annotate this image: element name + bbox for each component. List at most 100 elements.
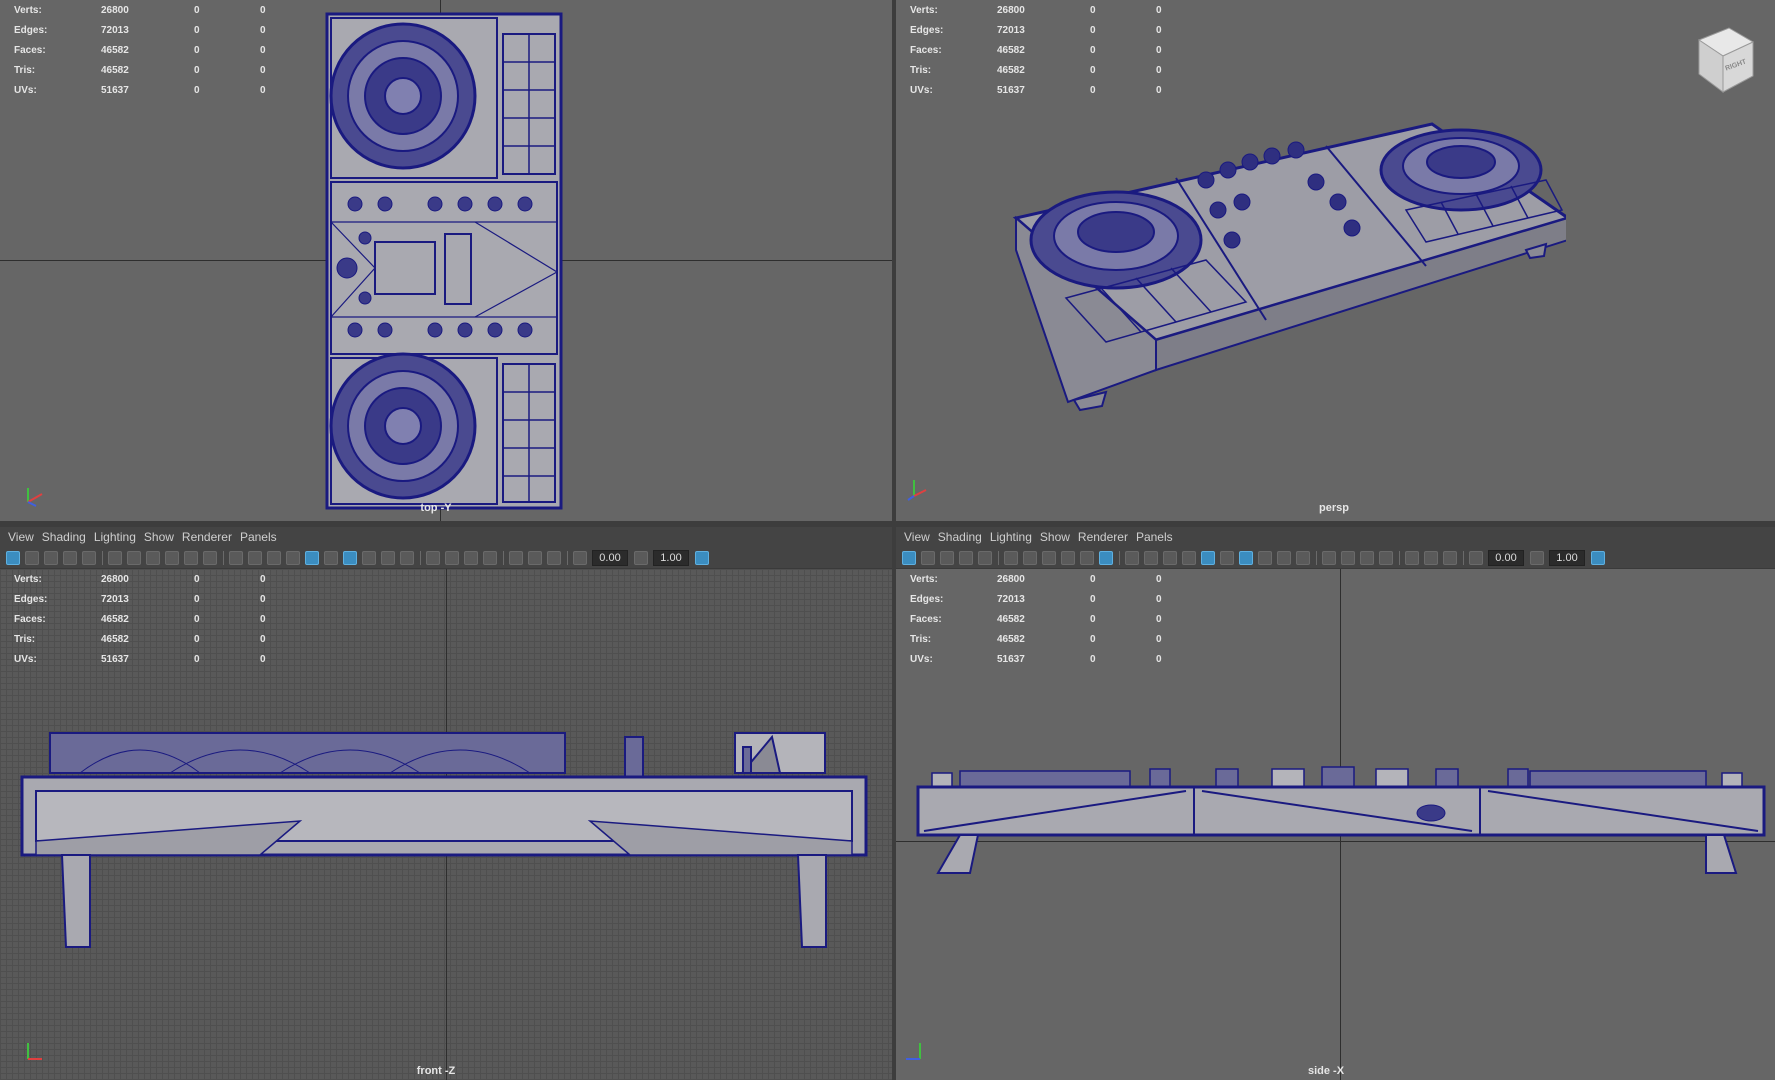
motion-blur-icon[interactable] <box>1341 550 1355 565</box>
menu-shading[interactable]: Shading <box>938 530 982 544</box>
safe-title-icon[interactable] <box>267 550 281 565</box>
shadows-icon[interactable] <box>1296 550 1310 565</box>
safe-action-icon[interactable] <box>1144 550 1158 565</box>
bookmarks-icon[interactable] <box>44 550 58 565</box>
wireframe-icon[interactable] <box>1182 550 1196 565</box>
smooth-shade-icon[interactable] <box>305 550 319 565</box>
xray-active-components-icon[interactable] <box>1443 550 1457 565</box>
camera-attributes-icon[interactable] <box>25 550 39 565</box>
hud-value: 0 <box>194 24 200 36</box>
menu-shading[interactable]: Shading <box>42 530 86 544</box>
anti-aliasing-icon[interactable] <box>464 550 478 565</box>
shadows-icon[interactable] <box>400 550 414 565</box>
screen-space-ao-icon[interactable] <box>426 550 440 565</box>
xray-joints-icon[interactable] <box>1424 550 1438 565</box>
menu-lighting[interactable]: Lighting <box>990 530 1032 544</box>
viewport-side[interactable]: View Shading Lighting Show Renderer Pane… <box>896 527 1775 1080</box>
grid-toggle-icon[interactable] <box>229 550 243 565</box>
hud-row: Faces: 46582 0 0 <box>14 40 290 60</box>
viewport-persp[interactable]: Verts: 26800 0 0 Edges: 72013 0 0 Faces: 46582 0 0 T… <box>896 0 1775 521</box>
mesh-top-view[interactable] <box>325 12 565 512</box>
mesh-persp-view[interactable] <box>1006 110 1566 470</box>
wireframe-on-shaded-icon[interactable] <box>1239 550 1253 565</box>
exposure-icon[interactable] <box>573 550 587 565</box>
hud-row: Tris: 46582 0 0 <box>910 629 1186 649</box>
gamma-field[interactable]: 1.00 <box>1549 549 1585 566</box>
menu-view[interactable]: View <box>904 530 930 544</box>
panel-divider-vertical[interactable] <box>892 0 896 1080</box>
camera-label-front: front -Z <box>416 1065 456 1077</box>
hud-value: 0 <box>194 84 200 96</box>
depth-of-field-icon[interactable] <box>483 550 497 565</box>
viewport-front[interactable]: View Shading Lighting Show Renderer Pane… <box>0 527 892 1080</box>
menu-renderer[interactable]: Renderer <box>1078 530 1128 544</box>
safe-title-icon[interactable] <box>1163 550 1177 565</box>
xray-active-components-icon[interactable] <box>547 550 561 565</box>
wireframe-on-shaded-icon[interactable] <box>343 550 357 565</box>
hud-row: Tris: 46582 0 0 <box>910 60 1186 80</box>
menu-show[interactable]: Show <box>1040 530 1070 544</box>
default-material-icon[interactable] <box>324 550 338 565</box>
grid-toggle-icon[interactable] <box>1125 550 1139 565</box>
hud-row: Verts: 26800 0 0 <box>14 569 290 589</box>
isolate-select-icon[interactable] <box>509 550 523 565</box>
smooth-shade-icon[interactable] <box>1201 550 1215 565</box>
camera-attributes-icon[interactable] <box>921 550 935 565</box>
film-gate-icon[interactable] <box>146 550 160 565</box>
menu-lighting[interactable]: Lighting <box>94 530 136 544</box>
lock-camera-icon[interactable] <box>127 550 141 565</box>
hud-label: Verts: <box>910 573 938 585</box>
mesh-side-view[interactable] <box>916 761 1766 911</box>
resolution-gate-icon[interactable] <box>1061 550 1075 565</box>
gamma-icon[interactable] <box>634 550 648 565</box>
image-plane-icon[interactable] <box>63 550 77 565</box>
field-chart-icon[interactable] <box>1099 550 1113 565</box>
bookmarks-icon[interactable] <box>940 550 954 565</box>
color-management-icon[interactable] <box>1591 550 1605 565</box>
use-all-lights-icon[interactable] <box>381 550 395 565</box>
gamma-icon[interactable] <box>1530 550 1544 565</box>
gate-mask-icon[interactable] <box>1080 550 1094 565</box>
color-management-icon[interactable] <box>695 550 709 565</box>
hud-value: 0 <box>194 653 200 665</box>
exposure-field[interactable]: 0.00 <box>592 549 628 566</box>
menu-panels[interactable]: Panels <box>240 530 277 544</box>
select-camera-icon[interactable] <box>902 550 916 565</box>
2d-pan-zoom-icon[interactable] <box>978 550 992 565</box>
depth-of-field-icon[interactable] <box>1379 550 1393 565</box>
film-gate-icon[interactable] <box>1042 550 1056 565</box>
xray-joints-icon[interactable] <box>528 550 542 565</box>
grease-pencil-icon[interactable] <box>1004 550 1018 565</box>
field-chart-icon[interactable] <box>203 550 217 565</box>
safe-action-icon[interactable] <box>248 550 262 565</box>
mesh-front-view[interactable] <box>20 697 870 977</box>
exposure-icon[interactable] <box>1469 550 1483 565</box>
menu-renderer[interactable]: Renderer <box>182 530 232 544</box>
xray-icon[interactable] <box>1258 550 1272 565</box>
gamma-field[interactable]: 1.00 <box>653 549 689 566</box>
screen-space-ao-icon[interactable] <box>1322 550 1336 565</box>
hud-value: 0 <box>1156 633 1162 645</box>
view-cube[interactable]: RIGHT <box>1691 22 1755 94</box>
motion-blur-icon[interactable] <box>445 550 459 565</box>
gate-mask-icon[interactable] <box>184 550 198 565</box>
2d-pan-zoom-icon[interactable] <box>82 550 96 565</box>
viewport-top[interactable]: Verts: 26800 0 0 Edges: 72013 0 0 Faces: 46582 0 0 T… <box>0 0 892 521</box>
use-all-lights-icon[interactable] <box>1277 550 1291 565</box>
grease-pencil-icon[interactable] <box>108 550 122 565</box>
resolution-gate-icon[interactable] <box>165 550 179 565</box>
anti-aliasing-icon[interactable] <box>1360 550 1374 565</box>
menu-view[interactable]: View <box>8 530 34 544</box>
menu-show[interactable]: Show <box>144 530 174 544</box>
select-camera-icon[interactable] <box>6 550 20 565</box>
image-plane-icon[interactable] <box>959 550 973 565</box>
panel-divider-horizontal[interactable] <box>0 521 1775 527</box>
xray-icon[interactable] <box>362 550 376 565</box>
menu-panels[interactable]: Panels <box>1136 530 1173 544</box>
default-material-icon[interactable] <box>1220 550 1234 565</box>
exposure-field[interactable]: 0.00 <box>1488 549 1524 566</box>
wireframe-icon[interactable] <box>286 550 300 565</box>
lock-camera-icon[interactable] <box>1023 550 1037 565</box>
hud-row: Edges: 72013 0 0 <box>910 20 1186 40</box>
isolate-select-icon[interactable] <box>1405 550 1419 565</box>
